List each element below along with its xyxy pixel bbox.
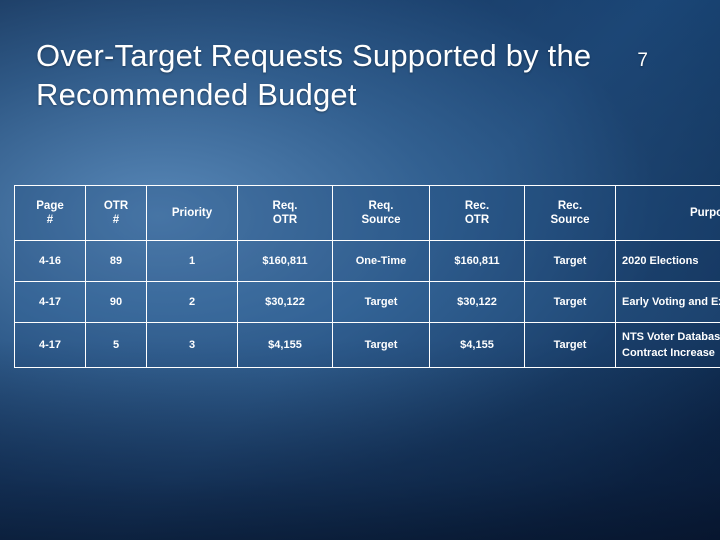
cell-req-otr: $160,811 [237, 240, 333, 282]
cell-req-otr: $30,122 [237, 281, 333, 323]
cell-otr-number: 89 [85, 240, 147, 282]
table-row: 4-17 5 3 $4,155 Target $4,155 Target NTS… [14, 322, 720, 368]
cell-page: 4-16 [14, 240, 86, 282]
table-row: 4-16 89 1 $160,811 One-Time $160,811 Tar… [14, 240, 720, 282]
table-body: 4-16 89 1 $160,811 One-Time $160,811 Tar… [14, 240, 720, 368]
column-header-page: Page # [14, 185, 86, 241]
cell-otr-number: 90 [85, 281, 147, 323]
column-header-rec-source-line1: Rec. [557, 200, 583, 212]
cell-req-otr: $4,155 [237, 322, 333, 368]
column-header-page-line1: Page [36, 200, 64, 212]
cell-req-source: Target [332, 281, 430, 323]
column-header-page-line2: # [46, 214, 54, 226]
cell-purpose: 2020 Elections [615, 240, 720, 282]
cell-req-source: Target [332, 322, 430, 368]
table-header: Page # OTR # Priority Req. OTR Req. Sour [14, 185, 720, 241]
cell-rec-otr: $4,155 [429, 322, 525, 368]
cell-priority: 2 [146, 281, 238, 323]
column-header-priority: Priority [146, 185, 238, 241]
column-header-otr-number-line1: OTR [103, 200, 129, 212]
column-header-req-source: Req. Source [332, 185, 430, 241]
over-target-requests-table-container: Page # OTR # Priority Req. OTR Req. Sour [14, 185, 720, 368]
column-header-req-otr: Req. OTR [237, 185, 333, 241]
cell-rec-source: Target [524, 281, 616, 323]
table-row: 4-17 90 2 $30,122 Target $30,122 Target … [14, 281, 720, 323]
cell-rec-source: Target [524, 240, 616, 282]
cell-purpose: Early Voting and Extended Hours [615, 281, 720, 323]
column-header-rec-source: Rec. Source [524, 185, 616, 241]
slide-canvas: Over-Target Requests Supported by the Re… [0, 0, 720, 540]
over-target-requests-table: Page # OTR # Priority Req. OTR Req. Sour [14, 185, 720, 368]
cell-rec-otr: $30,122 [429, 281, 525, 323]
column-header-rec-otr-line2: OTR [464, 214, 490, 226]
cell-page: 4-17 [14, 322, 86, 368]
column-header-otr-number: OTR # [85, 185, 147, 241]
column-header-rec-otr-line1: Rec. [464, 200, 490, 212]
table-header-row: Page # OTR # Priority Req. OTR Req. Sour [14, 185, 720, 241]
column-header-req-otr-line2: OTR [272, 214, 298, 226]
cell-rec-otr: $160,811 [429, 240, 525, 282]
cell-priority: 1 [146, 240, 238, 282]
column-header-req-source-line1: Req. [368, 200, 394, 212]
cell-rec-source: Target [524, 322, 616, 368]
cell-otr-number: 5 [85, 322, 147, 368]
page-title: Over-Target Requests Supported by the Re… [36, 38, 592, 112]
column-header-purpose: Purpose [615, 185, 720, 241]
cell-purpose: NTS Voter Database Software Contract Inc… [615, 322, 720, 368]
slide-number: 7 [637, 50, 648, 71]
column-header-rec-otr: Rec. OTR [429, 185, 525, 241]
cell-priority: 3 [146, 322, 238, 368]
column-header-otr-number-line2: # [112, 214, 120, 226]
column-header-req-source-line2: Source [361, 214, 401, 226]
column-header-req-otr-line1: Req. [272, 200, 298, 212]
cell-page: 4-17 [14, 281, 86, 323]
cell-req-source: One-Time [332, 240, 430, 282]
column-header-rec-source-line2: Source [550, 214, 590, 226]
